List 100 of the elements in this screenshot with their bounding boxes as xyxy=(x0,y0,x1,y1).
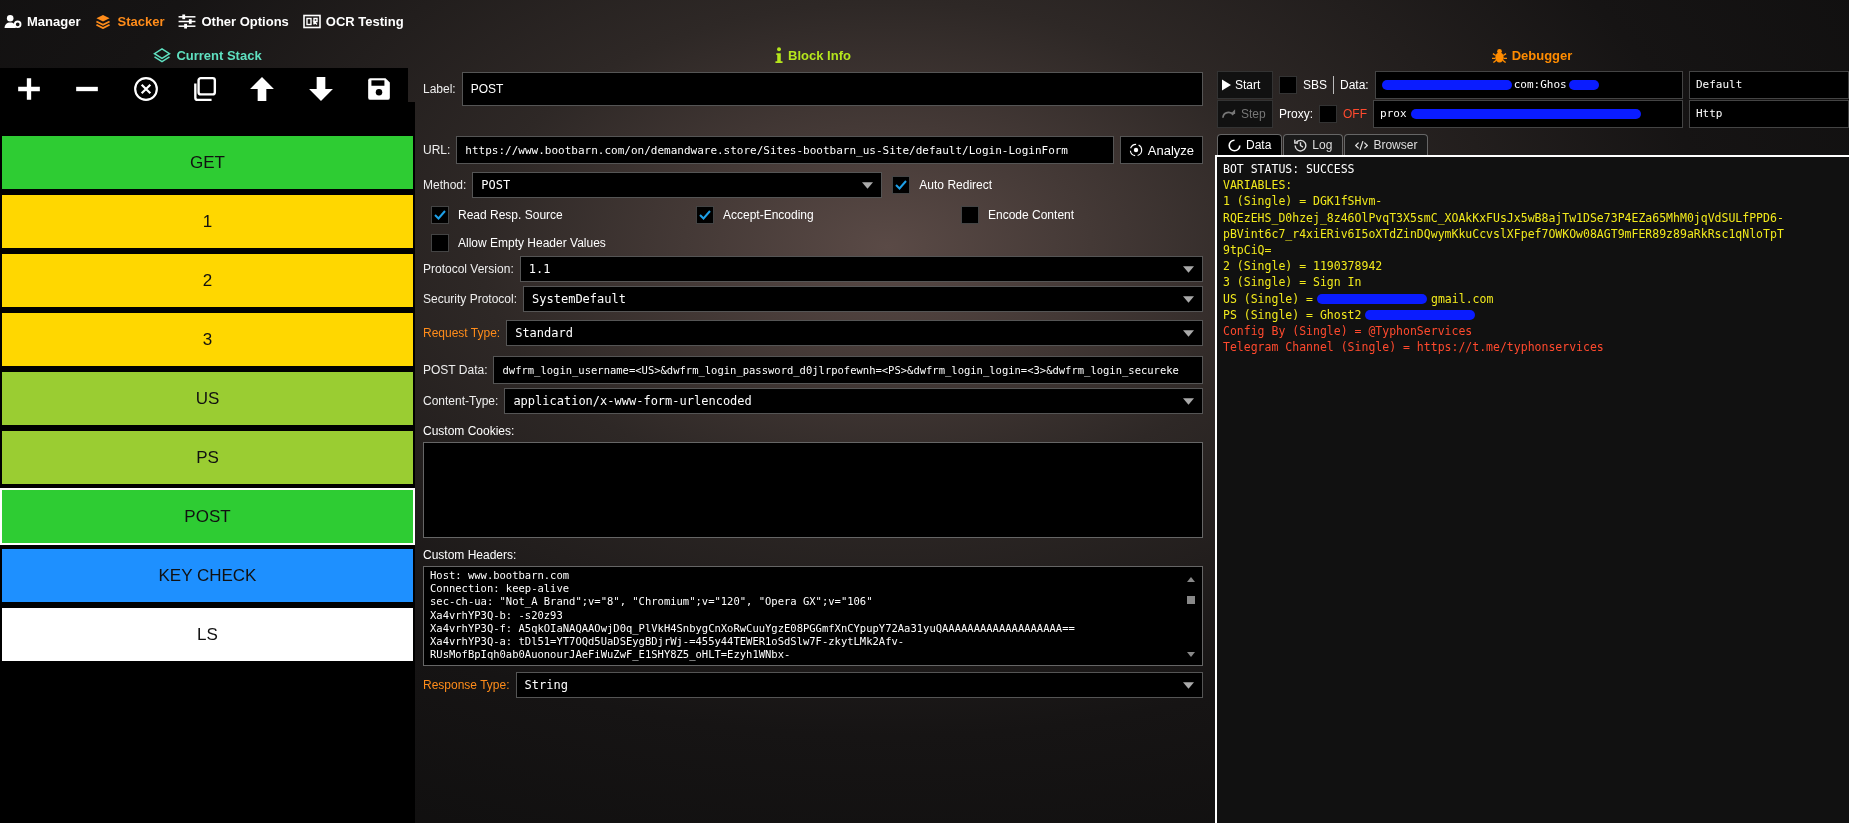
caret-icon xyxy=(1183,330,1194,337)
proxy-state: OFF xyxy=(1343,106,1367,121)
field-label: URL: xyxy=(423,143,451,157)
panel-title: Current Stack xyxy=(176,47,262,63)
output-line: US (Single) = xyxy=(1223,291,1313,306)
play-icon xyxy=(1222,78,1231,91)
checkbox[interactable] xyxy=(1279,75,1297,94)
stack-block[interactable]: GET xyxy=(0,134,415,191)
output-line: 9tpCiQ= xyxy=(1223,243,1272,257)
output-line: BOT STATUS: SUCCESS xyxy=(1223,162,1355,176)
output-line: Config By (Single) = @TyphonServices xyxy=(1223,324,1473,339)
response-type-dropdown[interactable]: String xyxy=(515,672,1203,698)
nav-tab[interactable]: Manager xyxy=(4,13,81,29)
analyze-button[interactable]: Analyze xyxy=(1119,136,1203,164)
arrow-down-icon[interactable] xyxy=(307,76,334,102)
copy-icon[interactable] xyxy=(191,76,217,102)
arrow-up-icon[interactable] xyxy=(249,76,276,102)
stack-block[interactable]: LS xyxy=(0,606,415,663)
stack-block[interactable]: PS xyxy=(0,429,415,486)
redo-icon xyxy=(1222,108,1237,119)
data-field[interactable]: com:Ghos xyxy=(1374,70,1683,99)
field-label: Data: xyxy=(1340,77,1369,92)
security-protocol-dropdown[interactable]: SystemDefault xyxy=(523,286,1203,312)
output-line: PS (Single) = Ghost2 xyxy=(1223,307,1362,322)
field-label: Label: xyxy=(423,82,456,96)
checkbox-option[interactable]: Auto Redirect xyxy=(892,176,993,194)
panel-title: Block Info xyxy=(788,47,851,63)
close-icon[interactable] xyxy=(132,76,159,102)
bug-icon xyxy=(1491,47,1507,63)
headers-textarea[interactable] xyxy=(423,566,1203,666)
label-field[interactable]: POST xyxy=(461,72,1203,106)
panel-title: Debugger xyxy=(1511,47,1573,63)
checkbox[interactable] xyxy=(961,206,979,224)
stack-block[interactable]: US xyxy=(0,370,415,427)
code-icon xyxy=(1355,138,1369,152)
header-line: Xa4vrhYP3Q-b: -s20z93 xyxy=(430,608,564,622)
proxy-type-field[interactable]: Http xyxy=(1689,99,1849,128)
checkbox[interactable] xyxy=(431,206,449,224)
request-type-dropdown[interactable]: Standard xyxy=(506,320,1203,346)
proxy-field[interactable]: prox xyxy=(1373,99,1683,128)
nav-tab[interactable]: Stacker xyxy=(94,13,165,29)
nav-tab[interactable]: Other Options xyxy=(178,13,289,29)
header-line: Xa4vrhYP3Q-a: tDl51=YT7OQd5UaDSEygBDjrWj-=455y44TEWER1oSdSlw7F-zkytLMk2Afv- xyxy=(430,635,906,649)
output-line: VARIABLES: xyxy=(1223,178,1293,193)
post-data-field[interactable]: dwfrm_login_username=<US>&dwfrm_login_password_d0jlrpofewnh=<PS>&dwfrm_login_login=<3>&dwfrm_login_secureke xyxy=(493,356,1203,384)
output-line: 2 (Single) = 1190378942 xyxy=(1223,259,1383,274)
nav-tab[interactable]: OCR Testing xyxy=(302,13,404,29)
option-label: Auto Redirect xyxy=(919,178,993,192)
sliders-icon xyxy=(178,13,197,29)
refresh-icon xyxy=(1228,138,1241,152)
output-line: 1 (Single) = DGK1fSHvm- xyxy=(1223,194,1383,209)
caret-icon xyxy=(1183,398,1194,405)
history-icon xyxy=(1294,138,1308,152)
plus-icon[interactable] xyxy=(16,76,43,102)
checkbox[interactable] xyxy=(892,176,911,194)
checkbox-option[interactable]: Encode Content xyxy=(961,206,1203,224)
method-dropdown[interactable]: POST xyxy=(472,172,883,198)
caret-icon xyxy=(1183,296,1194,303)
save-icon[interactable] xyxy=(365,76,392,102)
stack-block[interactable]: 2 xyxy=(0,252,415,309)
caret-icon xyxy=(1183,682,1194,689)
url-field[interactable]: https://www.bootbarn.com/on/demandware.store/Sites-bootbarn_us-Site/default/Login-LoginForm xyxy=(456,136,1114,164)
checkbox-option[interactable]: Allow Empty Header Values xyxy=(431,234,696,252)
field-label: Content-Type: xyxy=(423,394,499,408)
checkbox-option[interactable]: Accept-Encoding xyxy=(696,206,961,224)
checkbox-option[interactable]: Read Resp. Source xyxy=(431,206,696,224)
field-label: Method: xyxy=(423,178,467,192)
stack-block[interactable]: 3 xyxy=(0,311,415,368)
header-line: Host: www.bootbarn.com xyxy=(430,569,571,583)
scan-icon xyxy=(302,13,321,29)
field-label: Proxy: xyxy=(1279,106,1313,121)
output-line: 3 (Single) = Sign In xyxy=(1223,275,1362,290)
protocol-version-dropdown[interactable]: 1.1 xyxy=(519,256,1203,282)
data-type-field[interactable]: Default xyxy=(1689,70,1849,99)
checkbox[interactable] xyxy=(1319,104,1337,123)
field-label: POST Data: xyxy=(423,363,488,377)
stack-block[interactable]: 1 xyxy=(0,193,415,250)
tab[interactable]: Log xyxy=(1283,134,1344,155)
field-label: Custom Cookies: xyxy=(423,424,516,438)
output-line: pBVint6c7_r4xiERiv6I5oXTdZinDQwymKkuCcvslXFpef7OWKOw08AGT9mFER89z89aRkRsc1qNloTpT xyxy=(1223,226,1784,241)
header-line: sec-ch-ua: "Not_A Brand";v="8", "Chromium";v="120", "Opera GX";v="106" xyxy=(430,595,874,609)
header-line: Xa4vrhYP3Q-f: A5qkOIaNAQAAOwjD0q_PlVkH4SnbygCnXoRwCuuYgzE08PGGmfXnCYpupY72Aa31yuQAAAAAAAAAAAAAAAAAAA== xyxy=(430,621,1076,635)
option-label: Read Resp. Source xyxy=(458,208,563,222)
field-label: Request Type: xyxy=(423,326,501,340)
option-label: Allow Empty Header Values xyxy=(458,236,606,250)
tab[interactable]: Data xyxy=(1217,134,1283,155)
stack-block[interactable]: KEY CHECK xyxy=(0,547,415,604)
layers-icon xyxy=(153,47,172,63)
content-type-dropdown[interactable]: application/x-www-form-urlencoded xyxy=(504,388,1203,414)
checkbox[interactable] xyxy=(431,234,449,252)
field-label: Response Type: xyxy=(423,678,510,692)
checkbox[interactable] xyxy=(696,206,714,224)
option-label: Accept-Encoding xyxy=(723,208,814,222)
layers-icon xyxy=(94,13,113,29)
start-button[interactable]: Start xyxy=(1217,70,1273,99)
output-line: RQEzEHS_D0hzej_8z46OlPvqT3X5smC_XOAkKxFUsJx5wB8ajTw1DSe73P4EZa65MhM0jqVdSULfPPD6- xyxy=(1223,210,1784,225)
stack-block[interactable]: POST xyxy=(0,488,415,545)
tab[interactable]: Browser xyxy=(1344,134,1429,155)
cookies-textarea[interactable] xyxy=(423,442,1203,538)
caret-icon xyxy=(862,182,874,189)
